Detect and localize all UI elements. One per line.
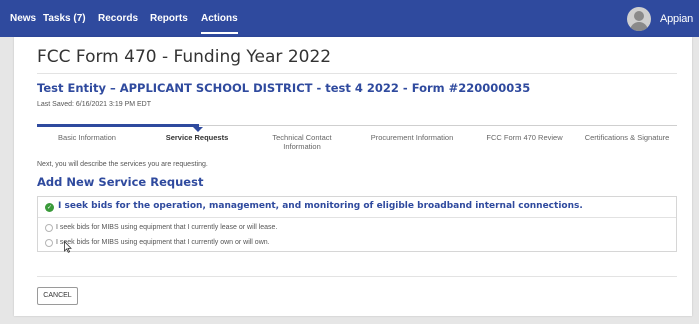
- option-label[interactable]: I seek bids for MIBS using equipment tha…: [56, 238, 270, 248]
- selected-request-header[interactable]: ✓ I seek bids for the operation, managem…: [38, 197, 676, 218]
- avatar-icon: [634, 11, 644, 21]
- current-step-caret-icon: [193, 127, 203, 132]
- top-navigation: News Tasks (7) Records Reports Actions A…: [0, 0, 699, 37]
- intro-text: Next, you will describe the services you…: [37, 161, 208, 168]
- divider: [37, 73, 677, 74]
- nav-item-news[interactable]: News: [10, 0, 36, 37]
- section-title: Add New Service Request: [37, 175, 204, 189]
- brand-logo[interactable]: Appian: [660, 0, 693, 37]
- nav-item-actions[interactable]: Actions: [201, 0, 238, 37]
- radio-button[interactable]: [45, 224, 53, 232]
- cancel-button[interactable]: CANCEL: [37, 287, 78, 305]
- nav-item-reports[interactable]: Reports: [150, 0, 188, 37]
- user-avatar[interactable]: [627, 7, 651, 31]
- nav-item-tasks[interactable]: Tasks (7): [43, 0, 86, 37]
- service-request-box: ✓ I seek bids for the operation, managem…: [37, 196, 677, 252]
- form-card: FCC Form 470 - Funding Year 2022 Test En…: [14, 37, 692, 316]
- step-service-requests[interactable]: Service Requests: [147, 133, 247, 142]
- entity-title: Test Entity – APPLICANT SCHOOL DISTRICT …: [37, 81, 531, 95]
- step-procurement-information[interactable]: Procurement Information: [357, 133, 467, 142]
- step-fcc-form-470-review[interactable]: FCC Form 470 Review: [477, 133, 572, 142]
- step-technical-contact-information[interactable]: Technical Contact Information: [262, 133, 342, 151]
- divider: [37, 276, 677, 277]
- nav-item-records[interactable]: Records: [98, 0, 138, 37]
- page-title: FCC Form 470 - Funding Year 2022: [37, 47, 332, 67]
- progress-steps: Basic Information Service Requests Techn…: [37, 124, 677, 155]
- step-certifications-signature[interactable]: Certifications & Signature: [577, 133, 677, 142]
- check-circle-icon: ✓: [45, 203, 54, 212]
- mouse-pointer-icon: [64, 241, 72, 253]
- step-basic-information[interactable]: Basic Information: [37, 133, 137, 142]
- selected-request-label: I seek bids for the operation, managemen…: [58, 201, 583, 211]
- last-saved-text: Last Saved: 6/16/2021 3:19 PM EDT: [37, 101, 152, 108]
- radio-button[interactable]: [45, 239, 53, 247]
- progress-fill: [37, 124, 199, 127]
- option-label[interactable]: I seek bids for MIBS using equipment tha…: [56, 223, 277, 233]
